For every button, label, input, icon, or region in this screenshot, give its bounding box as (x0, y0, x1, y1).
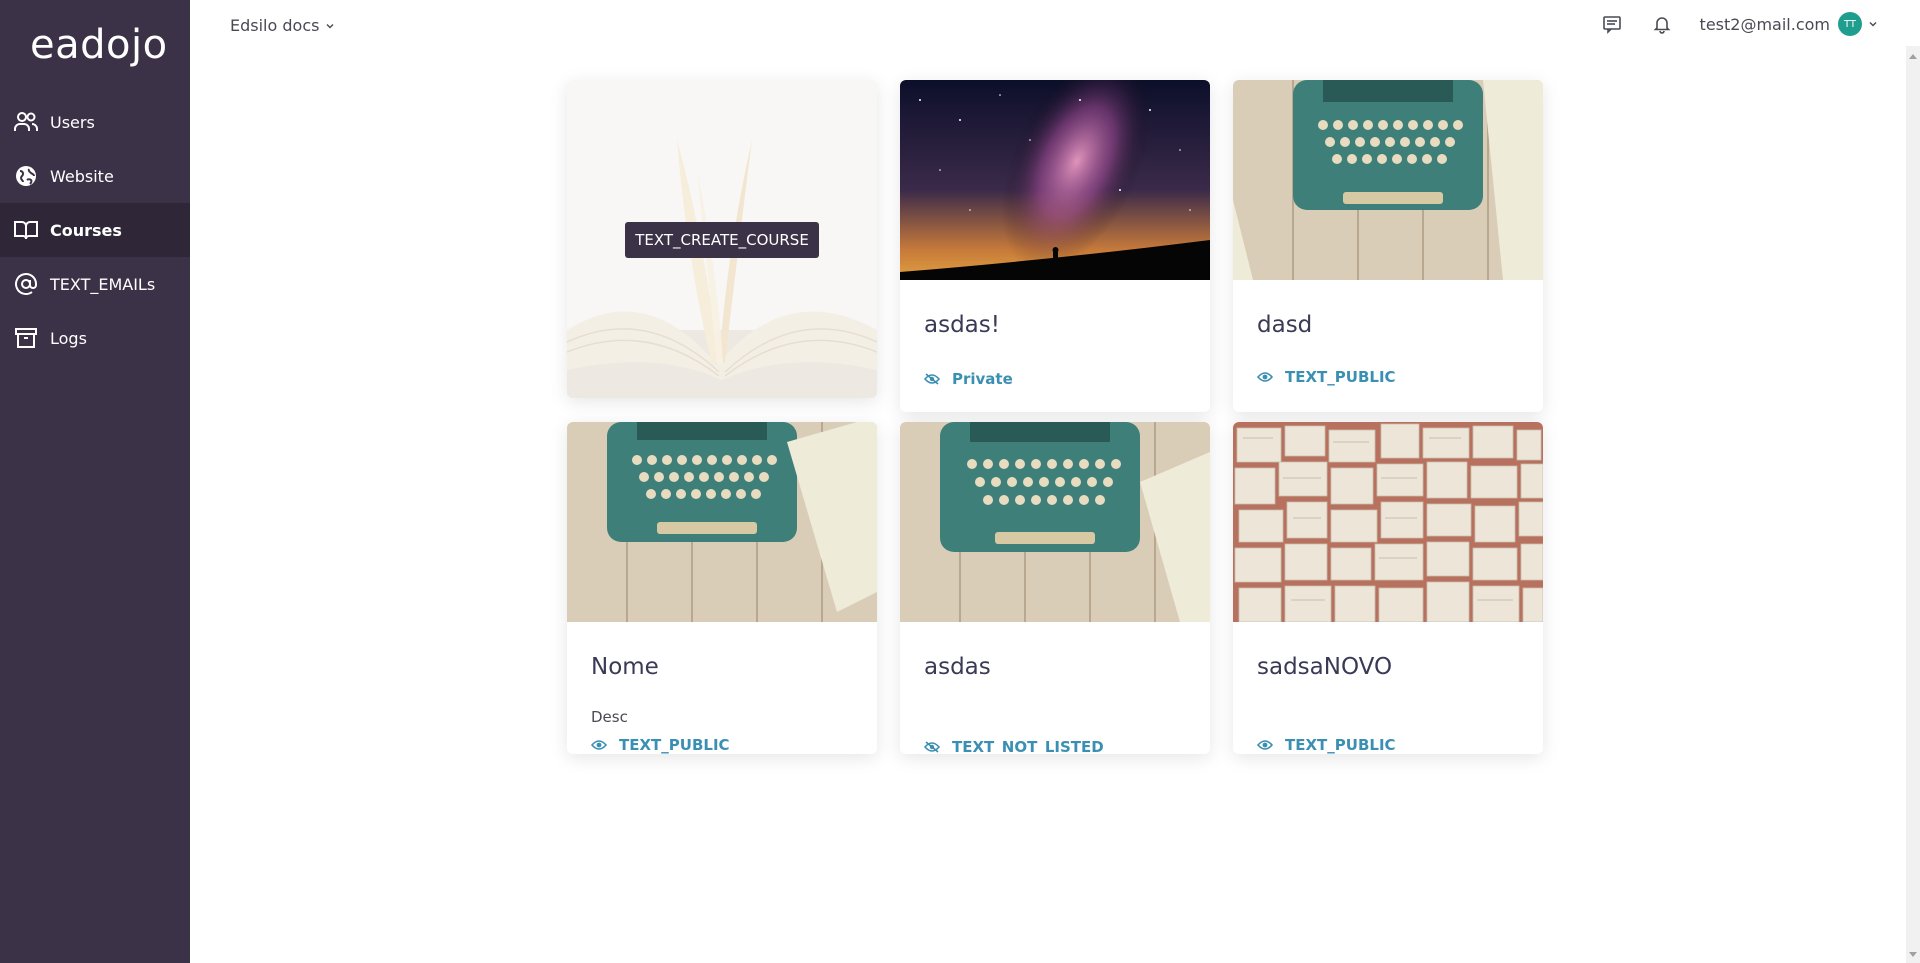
course-title: sadsaNOVO (1257, 654, 1393, 680)
at-sign-icon (12, 272, 40, 296)
sidebar-item-label: Users (50, 112, 95, 132)
create-course-button[interactable]: TEXT_CREATE_COURSE (625, 222, 819, 258)
course-card[interactable]: Nome Desc TEXT_PUBLIC (567, 422, 877, 754)
visibility-label: TEXT_PUBLIC (1285, 368, 1396, 386)
course-card-body: sadsaNOVO TEXT_PUBLIC (1233, 626, 1543, 754)
sidebar-item-label: Website (50, 166, 114, 186)
user-email[interactable]: test2@mail.com (1700, 15, 1830, 34)
chevron-down-icon (326, 23, 334, 28)
sidebar-item-website[interactable]: Website (0, 149, 190, 203)
archive-icon (12, 326, 40, 350)
visibility-status: TEXT_PUBLIC (1257, 368, 1396, 386)
eye-icon (1257, 372, 1273, 382)
scroll-down-arrow[interactable] (1909, 952, 1917, 957)
course-card-body: asdas TEXT_NOT_LISTED (900, 626, 1210, 754)
sidebar: eadojo Users Website Courses TEXT_EMAILs (0, 0, 190, 963)
sidebar-item-courses[interactable]: Courses (0, 203, 190, 257)
course-image (567, 422, 877, 622)
messages-icon[interactable] (1600, 12, 1624, 36)
sidebar-nav: Users Website Courses TEXT_EMAILs Logs (0, 95, 190, 365)
chevron-down-icon[interactable] (1868, 19, 1878, 29)
course-image (900, 422, 1210, 622)
course-card-body: dasd TEXT_PUBLIC (1233, 284, 1543, 412)
eye-icon (591, 740, 607, 750)
sidebar-item-emails[interactable]: TEXT_EMAILs (0, 257, 190, 311)
sidebar-item-label: TEXT_EMAILs (50, 274, 156, 294)
main-content: Edsilo docs test2@mail.com TT TEXT_CREAT… (190, 0, 1920, 963)
course-card-body: Nome Desc TEXT_PUBLIC (567, 626, 877, 754)
book-icon (12, 218, 40, 242)
course-card[interactable]: sadsaNOVO TEXT_PUBLIC (1233, 422, 1543, 754)
eye-slash-icon (924, 741, 940, 753)
course-image (1233, 80, 1543, 280)
course-card[interactable]: asdas TEXT_NOT_LISTED (900, 422, 1210, 754)
course-card-body: asdas! Private (900, 284, 1210, 412)
scroll-up-arrow[interactable] (1909, 54, 1917, 59)
workspace-selector[interactable]: Edsilo docs (230, 16, 335, 35)
visibility-status: TEXT_PUBLIC (591, 736, 730, 754)
header-actions: test2@mail.com TT (1600, 12, 1878, 36)
course-card[interactable]: dasd TEXT_PUBLIC (1233, 80, 1543, 412)
sidebar-item-label: Courses (50, 220, 122, 240)
visibility-label: TEXT_PUBLIC (619, 736, 730, 754)
course-description: Desc (591, 708, 628, 726)
visibility-status: Private (924, 370, 1013, 388)
course-title: dasd (1257, 312, 1313, 338)
course-card[interactable]: asdas! Private (900, 80, 1210, 412)
course-title: Nome (591, 654, 659, 680)
visibility-label: TEXT_PUBLIC (1285, 736, 1396, 754)
visibility-label: TEXT_NOT_LISTED (952, 738, 1104, 754)
sidebar-item-users[interactable]: Users (0, 95, 190, 149)
app-logo[interactable]: eadojo (30, 22, 168, 68)
course-image (1233, 422, 1543, 623)
course-image (900, 80, 1210, 292)
visibility-label: Private (952, 370, 1013, 388)
visibility-status: TEXT_NOT_LISTED (924, 738, 1104, 754)
avatar[interactable]: TT (1838, 12, 1862, 36)
course-title: asdas (924, 654, 991, 680)
workspace-name: Edsilo docs (230, 16, 320, 35)
scrollbar[interactable] (1906, 46, 1920, 963)
users-icon (12, 110, 40, 134)
sidebar-item-logs[interactable]: Logs (0, 311, 190, 365)
create-course-card[interactable]: TEXT_CREATE_COURSE (567, 80, 877, 398)
course-title: asdas! (924, 312, 1000, 338)
bell-icon[interactable] (1650, 12, 1674, 36)
eye-icon (1257, 740, 1273, 750)
eye-slash-icon (924, 373, 940, 385)
visibility-status: TEXT_PUBLIC (1257, 736, 1396, 754)
globe-icon (12, 164, 40, 188)
sidebar-item-label: Logs (50, 328, 87, 348)
